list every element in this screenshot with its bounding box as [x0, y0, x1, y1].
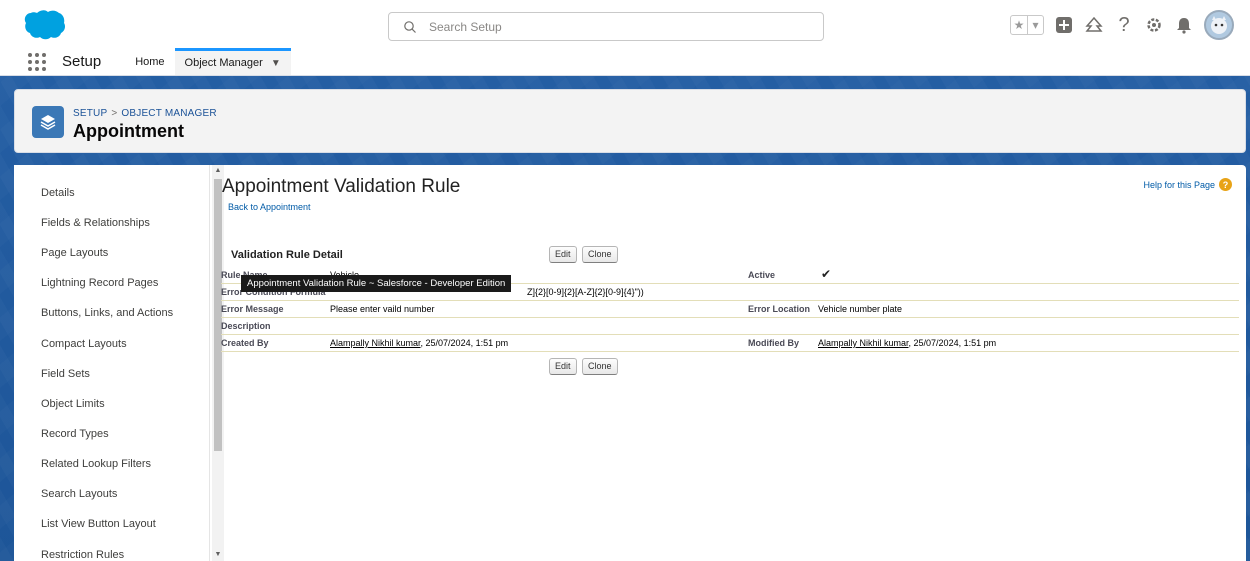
global-header: ★ ▾ ?	[0, 0, 1250, 48]
tab-label: Home	[135, 55, 165, 68]
modified-by-date: , 25/07/2024, 1:51 pm	[908, 338, 997, 348]
help-for-page-link[interactable]: Help for this Page ?	[1143, 178, 1232, 191]
edit-button[interactable]: Edit	[549, 246, 577, 263]
clone-button-bottom[interactable]: Clone	[582, 358, 618, 375]
breadcrumb-object-manager[interactable]: OBJECT MANAGER	[121, 108, 216, 119]
tab-home[interactable]: Home	[125, 48, 174, 75]
chevron-down-icon[interactable]: ▼	[271, 58, 281, 69]
chevron-down-icon[interactable]: ▾	[1027, 16, 1043, 34]
help-icon[interactable]: ?	[1114, 14, 1134, 36]
tab-object-manager[interactable]: Object Manager ▼	[174, 48, 291, 75]
layers-icon	[32, 106, 64, 138]
search-icon	[404, 20, 416, 33]
app-launcher-icon[interactable]	[28, 48, 50, 75]
help-icon: ?	[1219, 178, 1232, 191]
sidebar-item-related-lookup-filters[interactable]: Related Lookup Filters	[41, 458, 151, 470]
error-location-value: Vehicle number plate	[818, 304, 903, 314]
sidebar-item-record-types[interactable]: Record Types	[41, 428, 109, 440]
created-by-user-link[interactable]: Alampally Nikhil kumar	[330, 338, 421, 348]
bell-icon[interactable]	[1174, 15, 1194, 35]
detail-row-description: Description	[221, 318, 1239, 335]
header-icons: ★ ▾ ?	[1010, 10, 1234, 40]
sidebar-item-details[interactable]: Details	[41, 187, 75, 199]
main-panel: Details Fields & Relationships Page Layo…	[14, 165, 1246, 561]
help-link-label: Help for this Page	[1143, 179, 1215, 190]
section-title: Validation Rule Detail	[231, 249, 343, 261]
error-message-label: Error Message	[221, 304, 284, 314]
breadcrumb-separator: >	[111, 108, 118, 119]
error-formula-value: Z]{2}[0-9]{2}[A-Z]{2}[0-9]{4}"))	[527, 287, 644, 297]
search-input[interactable]	[429, 19, 809, 34]
favorites-group: ★ ▾	[1010, 15, 1044, 35]
avatar[interactable]	[1204, 10, 1234, 40]
rule-title: Appointment Validation Rule	[222, 176, 461, 197]
trailhead-icon[interactable]	[1084, 15, 1104, 35]
content-area: Appointment Validation Rule Back to Appo…	[219, 165, 1246, 561]
breadcrumb: SETUP > OBJECT MANAGER	[73, 108, 217, 119]
modified-by-value: Alampally Nikhil kumar, 25/07/2024, 1:51…	[818, 338, 996, 348]
search-box[interactable]	[388, 12, 824, 41]
error-message-value: Please enter vaild number	[330, 304, 435, 314]
sidebar-item-object-limits[interactable]: Object Limits	[41, 398, 105, 410]
app-navigation: Setup Home Object Manager ▼	[0, 48, 1250, 76]
sidebar-item-buttons-links-actions[interactable]: Buttons, Links, and Actions	[41, 307, 173, 319]
gear-icon[interactable]	[1144, 15, 1164, 35]
plus-icon[interactable]	[1054, 15, 1074, 35]
sidebar-item-field-sets[interactable]: Field Sets	[41, 368, 90, 380]
salesforce-logo[interactable]	[17, 9, 65, 41]
back-to-appointment-link[interactable]: Back to Appointment	[228, 202, 311, 212]
tab-label: Object Manager	[184, 57, 263, 69]
sidebar-item-fields-relationships[interactable]: Fields & Relationships	[41, 217, 150, 229]
modified-by-user-link[interactable]: Alampally Nikhil kumar	[818, 338, 909, 348]
sidebar-item-compact-layouts[interactable]: Compact Layouts	[41, 338, 127, 350]
created-by-value: Alampally Nikhil kumar, 25/07/2024, 1:51…	[330, 338, 508, 348]
detail-row-created-modified: Created By Alampally Nikhil kumar, 25/07…	[221, 335, 1239, 352]
detail-row-error-message: Error Message Please enter vaild number …	[221, 301, 1239, 318]
sidebar-item-lightning-record-pages[interactable]: Lightning Record Pages	[41, 277, 158, 289]
window-title-tooltip: Appointment Validation Rule ~ Salesforce…	[241, 275, 512, 292]
sidebar-item-restriction-rules[interactable]: Restriction Rules	[41, 549, 124, 561]
clone-button[interactable]: Clone	[582, 246, 618, 263]
sidebar-item-search-layouts[interactable]: Search Layouts	[41, 488, 117, 500]
edit-button-bottom[interactable]: Edit	[549, 358, 577, 375]
created-by-label: Created By	[221, 338, 269, 348]
page-title: Appointment	[73, 121, 184, 141]
check-icon: ✔	[821, 267, 832, 281]
error-location-label: Error Location	[748, 304, 811, 314]
description-label: Description	[221, 321, 271, 331]
sidebar: Details Fields & Relationships Page Layo…	[14, 165, 210, 561]
page-header: SETUP > OBJECT MANAGER Appointment	[14, 89, 1246, 153]
breadcrumb-setup[interactable]: SETUP	[73, 108, 107, 119]
modified-by-label: Modified By	[748, 338, 799, 348]
active-label: Active	[748, 270, 776, 280]
star-icon[interactable]: ★	[1011, 16, 1027, 34]
created-by-date: , 25/07/2024, 1:51 pm	[420, 338, 509, 348]
sidebar-item-page-layouts[interactable]: Page Layouts	[41, 247, 108, 259]
app-name: Setup	[62, 53, 102, 70]
sidebar-item-list-view-button-layout[interactable]: List View Button Layout	[41, 518, 156, 530]
